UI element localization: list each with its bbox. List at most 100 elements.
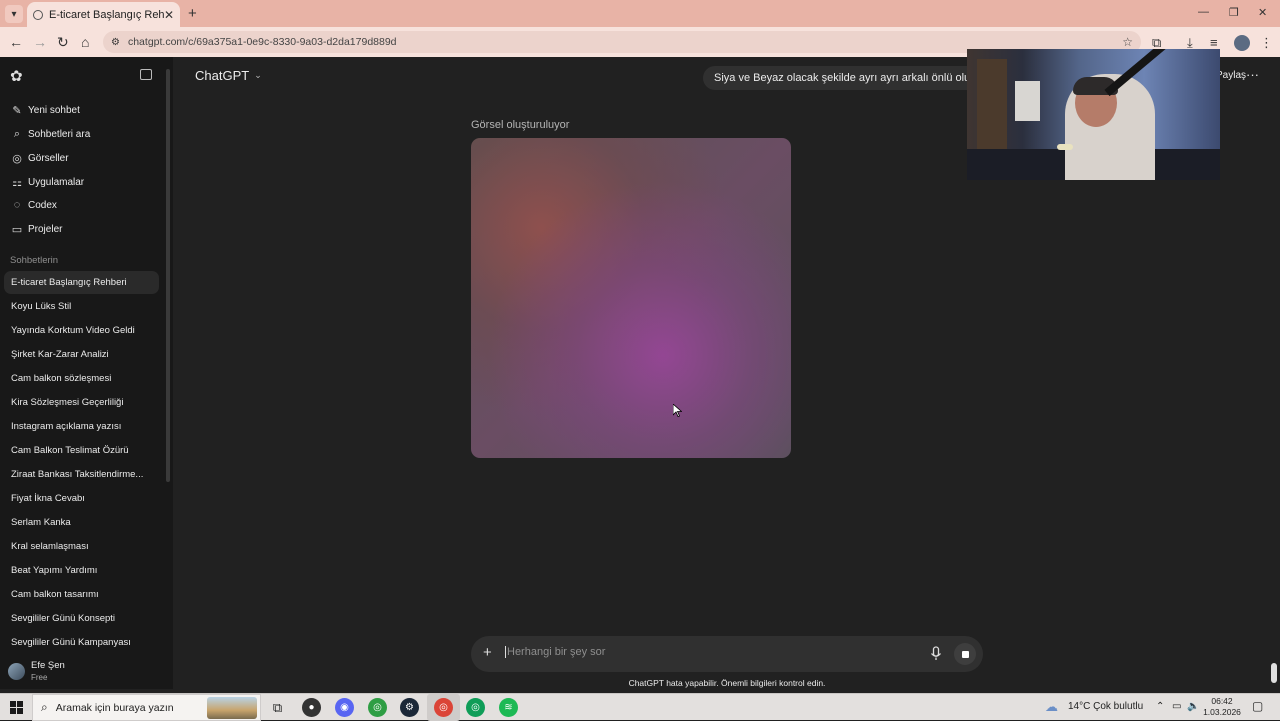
sidebar-item-codex[interactable]: ◌ Codex [10, 196, 57, 214]
chat-item[interactable]: Fiyat İkna Cevabı [4, 487, 159, 510]
obs-app-icon[interactable]: ● [302, 698, 321, 717]
chat-item[interactable]: Kira Sözleşmesi Geçerliliği [4, 391, 159, 414]
discord-app-icon[interactable]: ◉ [335, 698, 354, 717]
tray-chevron-icon[interactable]: ⌃ [1156, 701, 1164, 712]
generating-image-placeholder [471, 138, 791, 458]
task-view-icon[interactable]: ⧉ [268, 698, 287, 717]
system-clock[interactable]: 06:42 1.03.2026 [1202, 696, 1242, 718]
chat-item[interactable]: Beat Yapımı Yardımı [4, 559, 159, 582]
stop-icon [961, 650, 969, 658]
sidebar-item-projects[interactable]: ▭ Projeler [10, 220, 63, 238]
browser-tab[interactable]: E-ticaret Başlangıç Rehberi ✕ [27, 2, 180, 27]
back-icon[interactable]: ← [9, 34, 23, 50]
chat-item[interactable]: Ziraat Bankası Taksitlendirme... [4, 463, 159, 486]
steam-app-icon[interactable]: ⚙ [400, 698, 419, 717]
chat-item[interactable]: Yayında Korktum Video Geldi [4, 319, 159, 342]
sidebar-item-apps[interactable]: ⚏ Uygulamalar [10, 173, 84, 191]
windows-taskbar: ⌕ Aramak için buraya yazın ⧉ ● ◉ ◎ ⚙ ◎ ◎… [0, 693, 1280, 721]
apps-icon: ⚏ [12, 176, 22, 189]
restore-icon[interactable]: ❐ [1229, 6, 1239, 19]
sidebar-item-images[interactable]: ◎ Görseller [10, 149, 69, 167]
sidebar-item-label: Görseller [28, 152, 69, 164]
microphone-icon[interactable] [929, 645, 943, 663]
model-label: ChatGPT [195, 68, 250, 83]
weather-icon: ☁ [1045, 699, 1058, 714]
message-input[interactable]: Herhangi bir şey sor [505, 646, 605, 658]
close-window-icon[interactable]: ✕ [1258, 6, 1267, 19]
taskbar-search[interactable]: ⌕ Aramak için buraya yazın [32, 694, 261, 721]
clock-time: 06:42 [1211, 696, 1233, 706]
chat-item[interactable]: E-ticaret Başlangıç Rehberi [4, 271, 159, 294]
network-icon[interactable]: ▭ [1172, 701, 1181, 712]
tab-title: E-ticaret Başlangıç Rehberi [49, 8, 164, 21]
spotify-app-icon[interactable]: ≋ [499, 698, 518, 717]
chrome-app-icon[interactable]: ◎ [434, 698, 453, 717]
chat-item[interactable]: Koyu Lüks Stil [4, 295, 159, 318]
edit-icon: ✎ [12, 104, 22, 117]
weather-text[interactable]: 14°C Çok bulutlu [1068, 701, 1143, 712]
disclaimer-text: ChatGPT hata yapabilir. Önemli bilgileri… [628, 678, 826, 688]
openai-logo-icon[interactable]: ✿ [10, 67, 23, 85]
chat-item[interactable]: Cam balkon sözleşmesi [4, 367, 159, 390]
chat-item[interactable]: Cam balkon tasarımı [4, 583, 159, 606]
home-icon[interactable]: ⌂ [81, 34, 89, 50]
search-icon: ⌕ [41, 700, 48, 714]
main-scrollbar[interactable] [1271, 663, 1277, 683]
model-selector[interactable]: ChatGPT ⌄ [195, 68, 262, 83]
sidebar-item-label: Yeni sohbet [28, 104, 80, 116]
avatar [8, 662, 25, 680]
folder-icon: ▭ [11, 223, 23, 236]
chat-item[interactable]: Instagram açıklama yazısı [4, 415, 159, 438]
sidebar-item-label: Projeler [28, 223, 63, 235]
chat-item[interactable]: Şirket Kar-Zarar Analizi [4, 343, 159, 366]
chrome-app-icon[interactable]: ◎ [368, 698, 387, 717]
chat-item[interactable]: Cam Balkon Teslimat Özürü [4, 439, 159, 462]
more-options-icon[interactable]: ··· [1246, 67, 1259, 82]
sidebar-toggle-icon[interactable] [140, 69, 152, 80]
taskbar-search-placeholder: Aramak için buraya yazın [55, 701, 174, 714]
codex-icon: ◌ [13, 199, 21, 211]
chrome-app-icon[interactable]: ◎ [466, 698, 485, 717]
tab-search-icon[interactable]: ▾ [5, 5, 23, 23]
images-icon: ◎ [12, 152, 22, 165]
chat-item[interactable]: Serlam Kanka [4, 511, 159, 534]
search-icon: ⌕ [13, 127, 21, 140]
reload-icon[interactable]: ↻ [57, 34, 69, 51]
site-info-icon[interactable]: ⚙ [111, 37, 120, 48]
mouse-cursor-icon [673, 404, 682, 417]
stop-generating-button[interactable] [954, 643, 976, 665]
volume-icon[interactable]: 🔈 [1187, 701, 1199, 712]
menu-icon[interactable]: ⋮ [1260, 35, 1273, 51]
user-name: Efe Şen [31, 660, 65, 671]
windows-start-icon[interactable] [10, 701, 23, 714]
user-message-bubble: Siya ve Beyaz olacak şekilde ayrı ayrı a… [703, 66, 1003, 90]
favicon-icon [33, 9, 43, 20]
new-tab-icon[interactable]: + [188, 5, 197, 22]
sidebar: ✿ ✎ Yeni sohbet ⌕ Sohbetleri ara ◎ Görse… [0, 57, 173, 689]
close-tab-icon[interactable]: ✕ [164, 8, 174, 22]
sidebar-item-new-chat[interactable]: ✎ Yeni sohbet [10, 101, 80, 119]
search-highlight-image [207, 697, 257, 719]
chat-item[interactable]: Kral selamlaşması [4, 535, 159, 558]
sidebar-scrollbar[interactable] [166, 69, 170, 482]
webcam-overlay [967, 49, 1220, 180]
generating-status: Görsel oluşturuluyor [471, 119, 570, 131]
chats-section-label: Sohbetlerin [10, 255, 59, 266]
minimize-icon[interactable]: — [1198, 6, 1209, 18]
chevron-down-icon: ⌄ [254, 70, 262, 80]
bookmark-star-icon[interactable]: ☆ [1122, 35, 1133, 49]
forward-icon[interactable]: → [33, 34, 47, 50]
share-button[interactable]: Paylaş [1216, 70, 1246, 81]
notification-icon[interactable]: ▢ [1252, 699, 1263, 713]
sidebar-item-label: Codex [28, 199, 57, 211]
chat-item[interactable]: Sevgililer Günü Kampanyası [4, 631, 159, 654]
sidebar-item-search-chats[interactable]: ⌕ Sohbetleri ara [10, 125, 90, 143]
attach-plus-icon[interactable]: + [483, 644, 492, 661]
sidebar-item-label: Uygulamalar [28, 176, 85, 188]
message-composer: + Herhangi bir şey sor [471, 636, 983, 672]
chat-item[interactable]: Sevgililer Günü Konsepti [4, 607, 159, 630]
clock-date: 1.03.2026 [1203, 707, 1241, 717]
media-control-icon[interactable]: ≡ [1210, 35, 1218, 50]
profile-avatar[interactable] [1234, 35, 1250, 51]
url-text: chatgpt.com/c/69a375a1-0e9c-8330-9a03-d2… [127, 36, 397, 48]
